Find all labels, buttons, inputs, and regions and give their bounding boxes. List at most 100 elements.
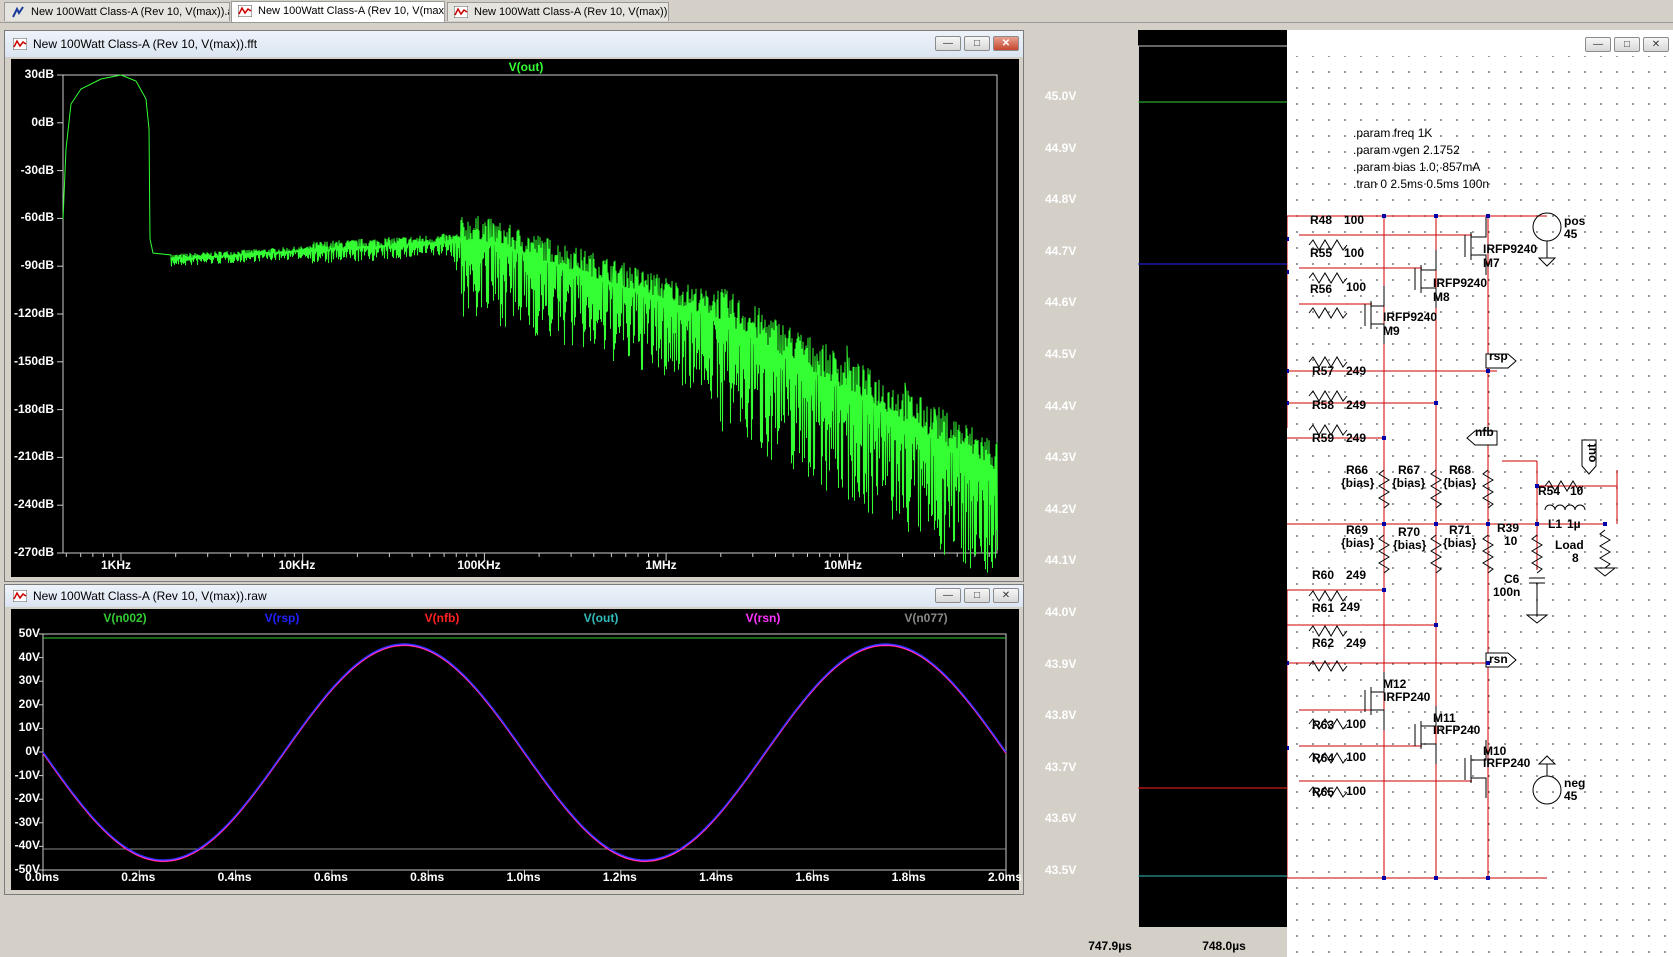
component-value[interactable]: 100n xyxy=(1493,585,1520,599)
component-label[interactable]: R68 xyxy=(1449,463,1471,477)
component-label[interactable]: M8 xyxy=(1433,290,1450,304)
component-label[interactable]: R66 xyxy=(1346,463,1368,477)
trace-label-vout[interactable]: V(out) xyxy=(491,60,561,74)
component-label[interactable]: R55 xyxy=(1310,246,1332,260)
component-part[interactable]: IRFP9240 xyxy=(1483,242,1537,256)
component-label[interactable]: neg xyxy=(1564,776,1585,790)
raw-x-tick: 0.0ms xyxy=(24,870,60,884)
raw-plot-area[interactable]: V(n002) V(rsp) V(nfb) V(out) V(rsn) V(n077) xyxy=(11,609,1019,890)
component-value[interactable]: 249 xyxy=(1346,364,1366,378)
waveform-icon xyxy=(13,38,27,50)
raw-y-tick: -30V xyxy=(14,814,40,829)
component-value[interactable]: 100 xyxy=(1344,246,1364,260)
component-value[interactable]: 249 xyxy=(1346,568,1366,582)
component-label[interactable]: R67 xyxy=(1398,463,1420,477)
close-button[interactable]: ✕ xyxy=(993,588,1019,603)
fft-window-titlebar[interactable]: New 100Watt Class-A (Rev 10, V(max)).fft… xyxy=(5,31,1023,57)
component-part[interactable]: IRFP9240 xyxy=(1383,310,1437,324)
fft-window: New 100Watt Class-A (Rev 10, V(max)).fft… xyxy=(4,30,1024,582)
trace-label[interactable]: V(rsn) xyxy=(723,611,803,625)
component-label[interactable]: R54 xyxy=(1538,484,1560,498)
zoom-y-tick: 44.4V xyxy=(1045,398,1077,413)
component-label[interactable]: M12 xyxy=(1383,677,1406,691)
component-value[interactable]: 8 xyxy=(1572,551,1579,565)
component-value[interactable]: 10 xyxy=(1570,484,1583,498)
component-part[interactable]: IRFP240 xyxy=(1433,723,1480,737)
component-value[interactable]: 249 xyxy=(1346,398,1366,412)
component-label[interactable]: M9 xyxy=(1383,324,1400,338)
tab-label: New 100Watt Class-A (Rev 10, V(max)).asc xyxy=(31,6,230,18)
trace-label[interactable]: V(rsp) xyxy=(242,611,322,625)
component-label[interactable]: R71 xyxy=(1449,523,1471,537)
raw-x-tick: 0.8ms xyxy=(410,870,445,884)
trace-label[interactable]: V(n002) xyxy=(85,611,165,625)
component-value[interactable]: {bias} xyxy=(1443,536,1476,550)
component-label[interactable]: R58 xyxy=(1312,398,1334,412)
component-value[interactable]: 249 xyxy=(1346,636,1366,650)
component-value[interactable]: 249 xyxy=(1346,431,1366,445)
fft-y-tick: 0dB xyxy=(31,114,54,129)
raw-y-tick: 0V xyxy=(25,744,40,758)
zoom-y-tick: 44.1V xyxy=(1045,553,1077,568)
component-label[interactable]: R48 xyxy=(1310,213,1332,227)
schematic-icon xyxy=(12,6,24,18)
zoom-y-tick: 43.8V xyxy=(1045,708,1077,723)
maximize-button[interactable]: □ xyxy=(964,36,990,51)
component-part[interactable]: IRFP240 xyxy=(1383,690,1430,704)
component-value[interactable]: 45 xyxy=(1564,227,1577,241)
component-label[interactable]: R64 xyxy=(1312,751,1334,765)
component-label[interactable]: M7 xyxy=(1483,256,1500,270)
component-label[interactable]: R57 xyxy=(1312,364,1334,378)
net-label-rsp[interactable]: rsp xyxy=(1489,349,1508,363)
close-button[interactable]: ✕ xyxy=(993,36,1019,51)
minimize-button[interactable]: — xyxy=(935,588,961,603)
component-label[interactable]: R62 xyxy=(1312,636,1334,650)
component-value[interactable]: {bias} xyxy=(1341,476,1374,490)
fft-plot-area[interactable]: V(out) xyxy=(11,59,1019,577)
component-part[interactable]: IRFP240 xyxy=(1483,756,1530,770)
maximize-button[interactable]: □ xyxy=(964,588,990,603)
net-label-out[interactable]: out xyxy=(1584,444,1598,463)
raw-window-titlebar[interactable]: New 100Watt Class-A (Rev 10, V(max)).raw… xyxy=(5,585,1023,607)
component-value[interactable]: 45 xyxy=(1564,789,1577,803)
component-value[interactable]: 10 xyxy=(1504,534,1517,548)
component-value[interactable]: 100 xyxy=(1346,280,1366,294)
component-value[interactable]: 100 xyxy=(1346,717,1366,731)
component-value[interactable]: 1µ xyxy=(1567,517,1581,531)
component-label[interactable]: R60 xyxy=(1312,568,1334,582)
fft-x-tick: 1KHz xyxy=(100,558,131,572)
tab-fft[interactable]: New 100Watt Class-A (Rev 10, V(max)).fft xyxy=(231,1,445,22)
component-value[interactable]: {bias} xyxy=(1341,536,1374,550)
component-label[interactable]: R61 xyxy=(1312,601,1334,615)
component-label[interactable]: L1 xyxy=(1548,517,1562,531)
zoom-y-tick: 44.3V xyxy=(1045,450,1077,465)
component-label[interactable]: Load xyxy=(1555,538,1584,552)
trace-label[interactable]: V(out) xyxy=(561,611,641,625)
trace-label[interactable]: V(n077) xyxy=(886,611,966,625)
component-value[interactable]: {bias} xyxy=(1393,538,1426,552)
component-part[interactable]: IRFP9240 xyxy=(1433,276,1487,290)
net-label-rsn[interactable]: rsn xyxy=(1489,652,1508,666)
component-value[interactable]: 100 xyxy=(1346,784,1366,798)
component-label[interactable]: R65 xyxy=(1312,785,1334,799)
component-label[interactable]: pos xyxy=(1564,214,1585,228)
component-label[interactable]: R70 xyxy=(1398,525,1420,539)
component-label[interactable]: R39 xyxy=(1497,521,1519,535)
component-value[interactable]: 249 xyxy=(1340,600,1360,614)
component-value[interactable]: 100 xyxy=(1344,213,1364,227)
component-value[interactable]: {bias} xyxy=(1392,476,1425,490)
component-label[interactable]: R56 xyxy=(1310,282,1332,296)
minimize-button[interactable]: — xyxy=(935,36,961,51)
component-label[interactable]: R69 xyxy=(1346,523,1368,537)
net-label-nfb[interactable]: nfb xyxy=(1475,425,1494,439)
component-value[interactable]: 100 xyxy=(1346,750,1366,764)
zoom-plot-area[interactable] xyxy=(1138,30,1287,927)
component-label[interactable]: R63 xyxy=(1312,718,1334,732)
component-value[interactable]: {bias} xyxy=(1443,476,1476,490)
component-label[interactable]: C6 xyxy=(1504,572,1519,586)
tab-schematic[interactable]: New 100Watt Class-A (Rev 10, V(max)).asc xyxy=(4,2,230,21)
tab-raw[interactable]: New 100Watt Class-A (Rev 10, V(max)).raw xyxy=(447,2,669,21)
schematic-window[interactable]: — □ ✕ .param freq 1K .param vgen 2.1752 … xyxy=(1287,30,1673,957)
component-label[interactable]: R59 xyxy=(1312,431,1334,445)
trace-label[interactable]: V(nfb) xyxy=(402,611,482,625)
